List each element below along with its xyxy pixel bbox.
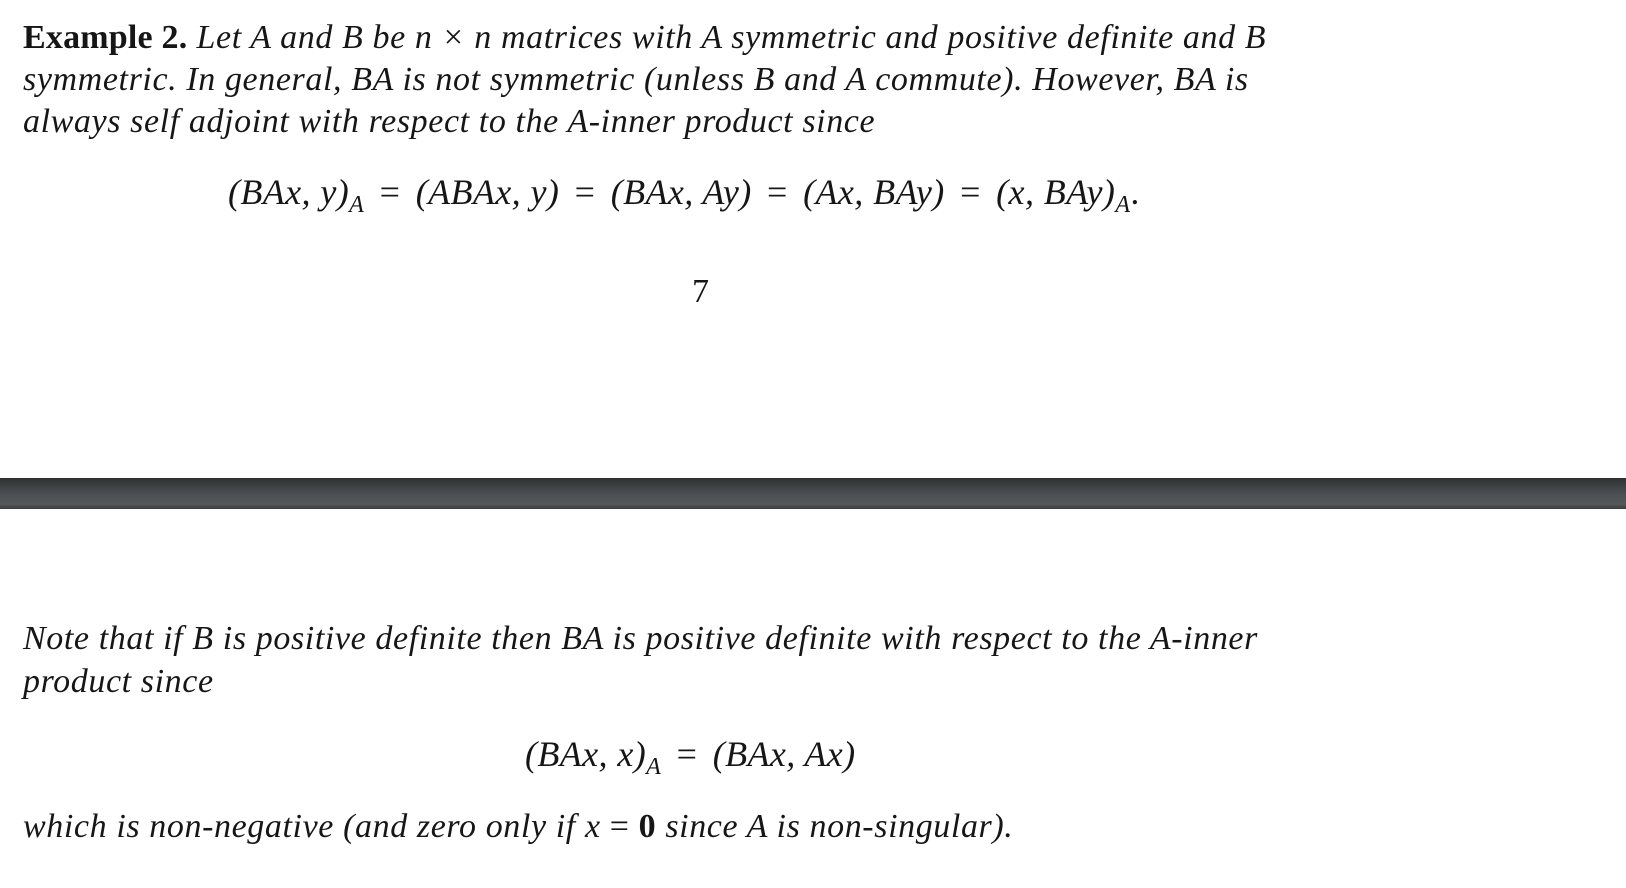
example-label: Example 2.	[23, 19, 188, 56]
closing-equals: =	[600, 808, 639, 845]
eq-equals-1: =	[379, 172, 401, 212]
eq-equals-4: =	[960, 172, 981, 212]
equation-self-adjoint: (BAx, y)A = (ABAx, y) = (BAx, Ay) = (Ax,…	[228, 170, 1140, 227]
page-number: 7	[692, 273, 709, 310]
eq-equals-3: =	[767, 172, 788, 212]
closing-text-before: which is non-negative (and zero only if	[23, 808, 585, 845]
page-separator	[0, 478, 1626, 509]
text-line-1-rest: Let A and B be n × n matrices with A sym…	[187, 19, 1267, 56]
text-line-product-since: product since	[23, 663, 214, 700]
closing-var-x: x	[584, 808, 601, 845]
pdf-page-8: Note that if B is positive definite then…	[0, 509, 1626, 888]
eq-term-5: (x, BAy)	[996, 172, 1116, 212]
eq-equals: =	[676, 734, 698, 774]
equation-positive-definite: (BAx, x)A = (BAx, Ax)	[525, 732, 856, 789]
text-line-2: symmetric. In general, BA is not symmetr…	[23, 61, 1249, 98]
eq-rhs: (BAx, Ax)	[712, 734, 856, 774]
text-line-closing: which is non-negative (and zero only if …	[23, 807, 1013, 847]
eq-term-1-subscript: A	[349, 192, 365, 218]
pdf-page-7: Example 2. Let A and B be n × n matrices…	[0, 0, 1626, 478]
eq-lhs-subscript: A	[646, 754, 662, 780]
eq-equals-2: =	[574, 172, 596, 212]
eq-lhs: (BAx, x)	[525, 734, 647, 774]
eq-period: .	[1130, 172, 1140, 212]
text-line-3: always self adjoint with respect to the …	[23, 103, 876, 140]
closing-zero-vector: 0	[638, 808, 657, 845]
eq-term-4: (Ax, BAy)	[803, 172, 945, 212]
eq-term-2: (ABAx, y)	[415, 172, 560, 212]
text-line-note: Note that if B is positive definite then…	[23, 620, 1258, 657]
text-line-1: Example 2. Let A and B be n × n matrices…	[23, 18, 1266, 58]
closing-text-after: since A is non-singular).	[656, 808, 1014, 845]
eq-term-5-subscript: A	[1115, 192, 1131, 218]
eq-term-1: (BAx, y)	[228, 172, 350, 212]
eq-term-3: (BAx, Ay)	[610, 172, 752, 212]
